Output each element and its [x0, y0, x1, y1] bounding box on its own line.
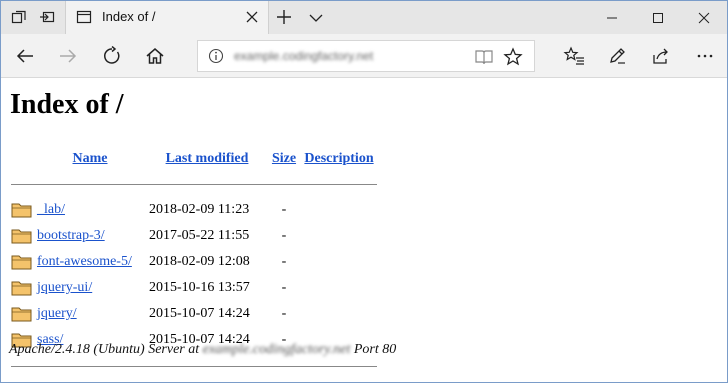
divider	[11, 365, 377, 367]
icon-cell	[9, 249, 35, 275]
set-tabs-aside-icon[interactable]	[39, 9, 55, 25]
divider	[11, 183, 377, 185]
server-signature-suffix: Port 80	[353, 342, 397, 357]
header-divider-row	[9, 171, 379, 197]
address-url[interactable]: example.codingfactory.net	[234, 49, 373, 63]
back-arrow-icon	[16, 49, 33, 63]
folder-icon	[11, 305, 33, 323]
directory-link[interactable]: bootstrap-3/	[37, 228, 105, 243]
name-column-header: Name	[35, 147, 145, 171]
maximize-button[interactable]	[635, 1, 681, 34]
last-modified-cell: 2018-02-09 12:08	[149, 254, 250, 269]
name-cell: _lab/	[35, 197, 145, 223]
size-cell: -	[281, 280, 287, 295]
web-note-button[interactable]	[605, 44, 629, 68]
refresh-button[interactable]	[100, 44, 124, 68]
sort-by-description-link[interactable]: Description	[304, 151, 373, 166]
sort-by-last-modified-link[interactable]: Last modified	[166, 151, 249, 166]
refresh-icon	[104, 46, 120, 64]
icon-cell	[9, 197, 35, 223]
size-column-header: Size	[269, 147, 299, 171]
description-cell	[299, 197, 379, 223]
directory-link[interactable]: jquery/	[37, 306, 77, 321]
navigation-bar: example.codingfactory.net	[1, 34, 727, 78]
size-cell: -	[281, 228, 287, 243]
favorite-star-icon[interactable]	[503, 47, 523, 67]
directory-link[interactable]: jquery-ui/	[37, 280, 92, 295]
info-icon[interactable]	[208, 48, 224, 64]
name-cell: bootstrap-3/	[35, 223, 145, 249]
tab-title: Index of /	[102, 9, 156, 24]
folder-icon	[11, 227, 33, 245]
tab-active[interactable]: Index of /	[65, 1, 269, 34]
directory-link[interactable]: _lab/	[37, 202, 65, 217]
folder-icon	[11, 201, 33, 219]
reading-view-icon[interactable]	[474, 47, 494, 67]
icon-cell	[9, 223, 35, 249]
favorites-hub-button[interactable]	[562, 44, 586, 68]
home-icon	[146, 48, 164, 64]
size-cell: -	[281, 306, 287, 321]
browser-window: Index of / example.codingfactory.net Ind…	[0, 0, 728, 383]
icon-cell	[9, 301, 35, 327]
icon-column-header	[9, 147, 35, 171]
home-button[interactable]	[143, 44, 167, 68]
last-modified-cell: 2015-10-16 13:57	[149, 280, 250, 295]
address-bar[interactable]: example.codingfactory.net	[197, 40, 535, 72]
table-row: _lab/2018-02-09 11:23 -	[9, 197, 379, 223]
more-button[interactable]	[693, 44, 717, 68]
minimize-button[interactable]	[589, 1, 635, 34]
favorites-list-icon	[563, 46, 584, 65]
close-window-icon	[698, 12, 710, 23]
last-modified-column-header: Last modified	[145, 147, 269, 171]
name-cell: jquery-ui/	[35, 275, 145, 301]
chevron-down-icon[interactable]	[308, 10, 324, 26]
last-modified-cell: 2018-02-09 11:23	[149, 202, 250, 217]
table-row: bootstrap-3/2017-05-22 11:55 -	[9, 223, 379, 249]
sort-by-size-link[interactable]: Size	[272, 151, 296, 166]
size-cell: -	[281, 202, 287, 217]
server-signature-prefix: Apache/2.4.18 (Ubuntu) Server at	[9, 342, 200, 357]
forward-arrow-icon	[60, 49, 77, 63]
table-header-row: Name Last modified Size Description	[9, 147, 379, 171]
more-dots-icon	[697, 54, 713, 58]
table-row: font-awesome-5/2018-02-09 12:08 -	[9, 249, 379, 275]
size-cell: -	[281, 254, 287, 269]
folder-icon	[11, 253, 33, 271]
close-icon[interactable]	[244, 9, 260, 25]
last-modified-cell: 2015-10-07 14:24	[149, 306, 250, 321]
table-row: jquery/2015-10-07 14:24 -	[9, 301, 379, 327]
pen-icon	[610, 48, 625, 64]
description-column-header: Description	[299, 147, 379, 171]
table-row: jquery-ui/2015-10-16 13:57 -	[9, 275, 379, 301]
description-cell	[299, 275, 379, 301]
minimize-icon	[607, 17, 617, 18]
sort-by-name-link[interactable]: Name	[73, 151, 108, 166]
maximize-icon	[653, 12, 663, 23]
tab-actions-icon[interactable]	[11, 9, 27, 25]
description-cell	[299, 249, 379, 275]
description-cell	[299, 301, 379, 327]
description-cell	[299, 223, 379, 249]
share-button[interactable]	[649, 44, 673, 68]
server-signature-host: example.codingfactory.net	[202, 342, 351, 357]
server-signature: Apache/2.4.18 (Ubuntu) Server at example…	[9, 342, 396, 358]
directory-link[interactable]: font-awesome-5/	[37, 254, 132, 269]
back-button[interactable]	[13, 44, 37, 68]
icon-cell	[9, 275, 35, 301]
close-window-button[interactable]	[681, 1, 727, 34]
name-cell: jquery/	[35, 301, 145, 327]
page-title: Index of /	[10, 89, 124, 120]
title-bar: Index of /	[1, 1, 727, 34]
forward-button[interactable]	[56, 44, 80, 68]
folder-icon	[11, 279, 33, 297]
page-icon	[76, 9, 92, 25]
new-tab-icon[interactable]	[276, 9, 292, 25]
last-modified-cell: 2017-05-22 11:55	[149, 228, 250, 243]
share-icon	[653, 48, 668, 64]
name-cell: font-awesome-5/	[35, 249, 145, 275]
page-content: Index of / Name Last modified Size Descr…	[1, 79, 727, 382]
